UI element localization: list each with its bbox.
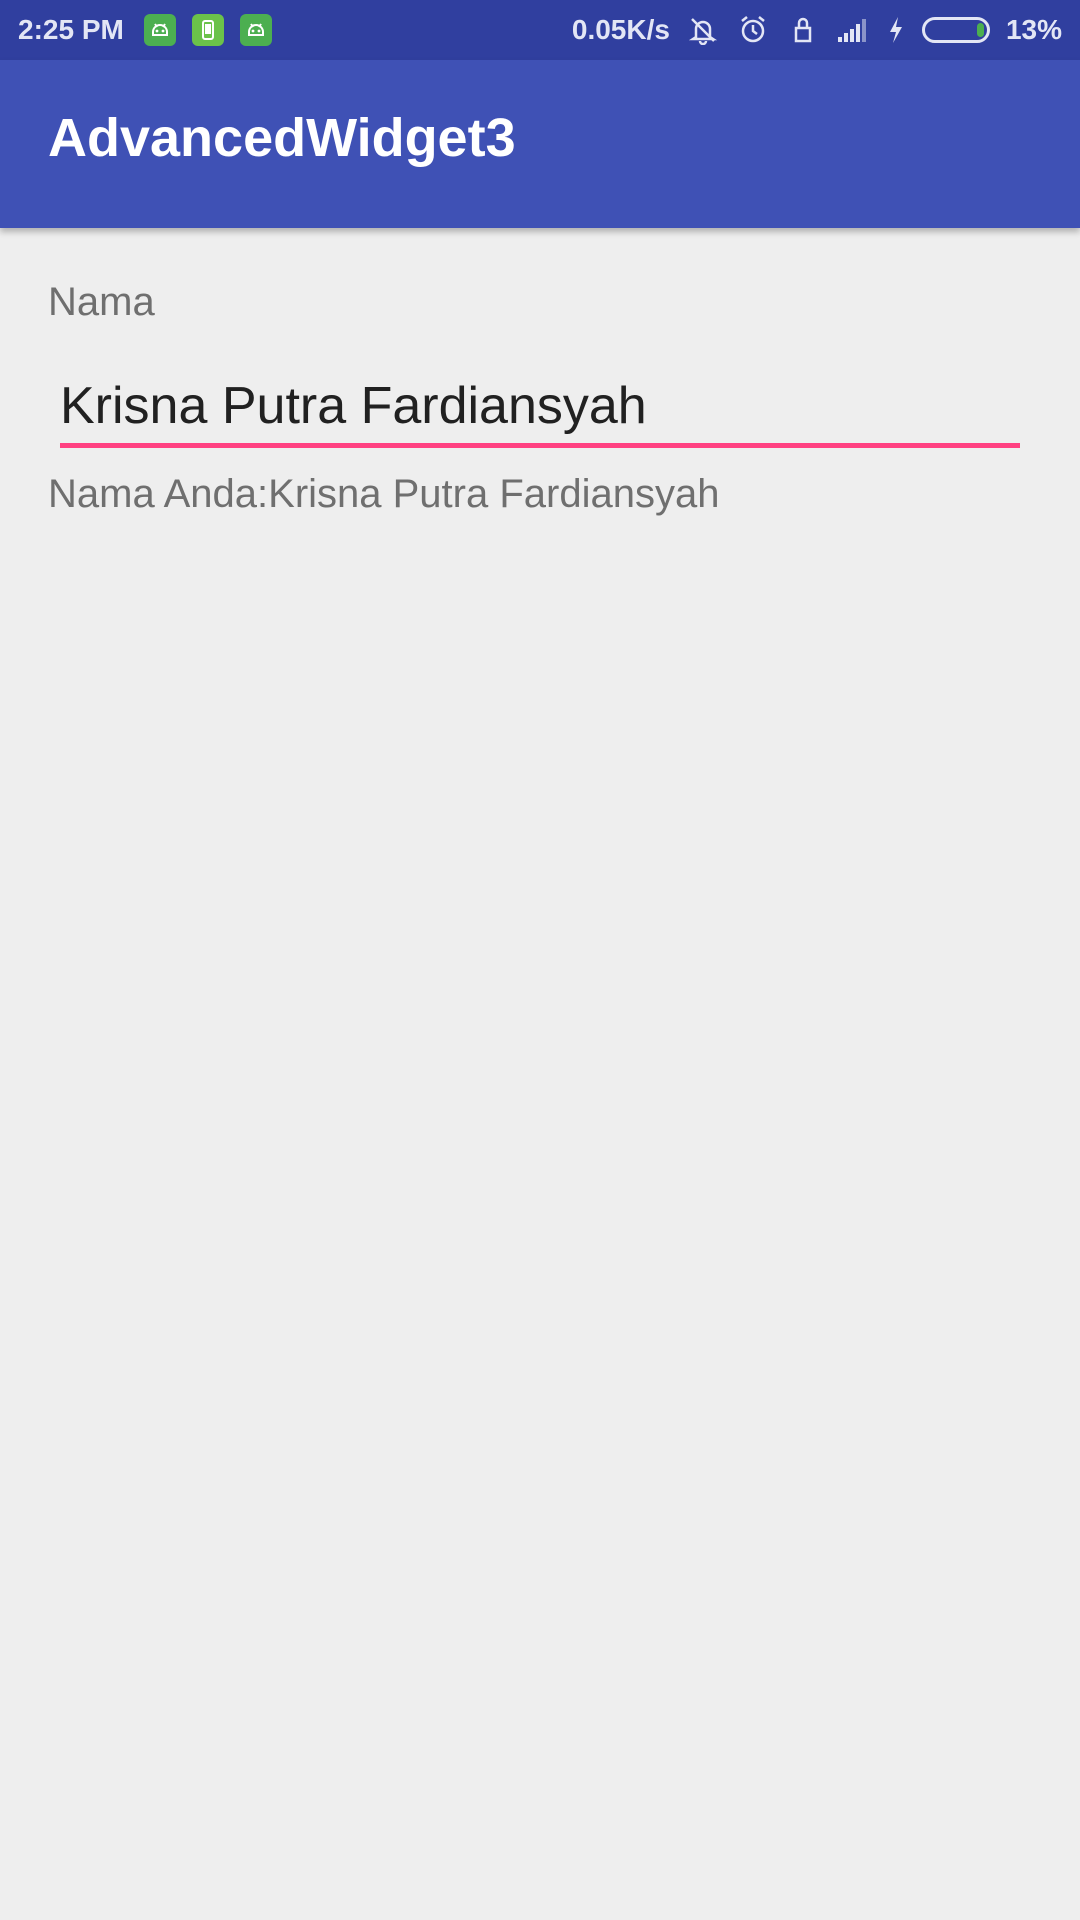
battery-level-fill [976, 23, 984, 37]
name-input[interactable] [60, 368, 1020, 448]
bell-muted-icon [686, 13, 720, 47]
app-title: AdvancedWidget3 [48, 108, 516, 168]
status-time: 2:25 PM [18, 14, 124, 45]
alarm-icon [736, 13, 770, 47]
phone-icon [191, 14, 224, 46]
battery-percent: 13% [1005, 14, 1062, 45]
battery-icon [921, 17, 990, 43]
lock-icon [786, 13, 820, 47]
app-bar: AdvancedWidget3 [0, 60, 1080, 228]
name-label: Nama [48, 280, 155, 324]
status-indicators: 0.05K/s 13% [572, 13, 1062, 47]
name-result-text: Nama Anda:Krisna Putra Fardiansyah [48, 472, 720, 516]
charging-icon [886, 13, 906, 47]
android-icon [239, 14, 272, 46]
signal-icon [836, 13, 870, 47]
status-bar: 2:25 PM 0.05K/s 13% [0, 0, 1080, 60]
android-icon [143, 14, 176, 46]
network-speed: 0.05K/s [571, 14, 670, 45]
